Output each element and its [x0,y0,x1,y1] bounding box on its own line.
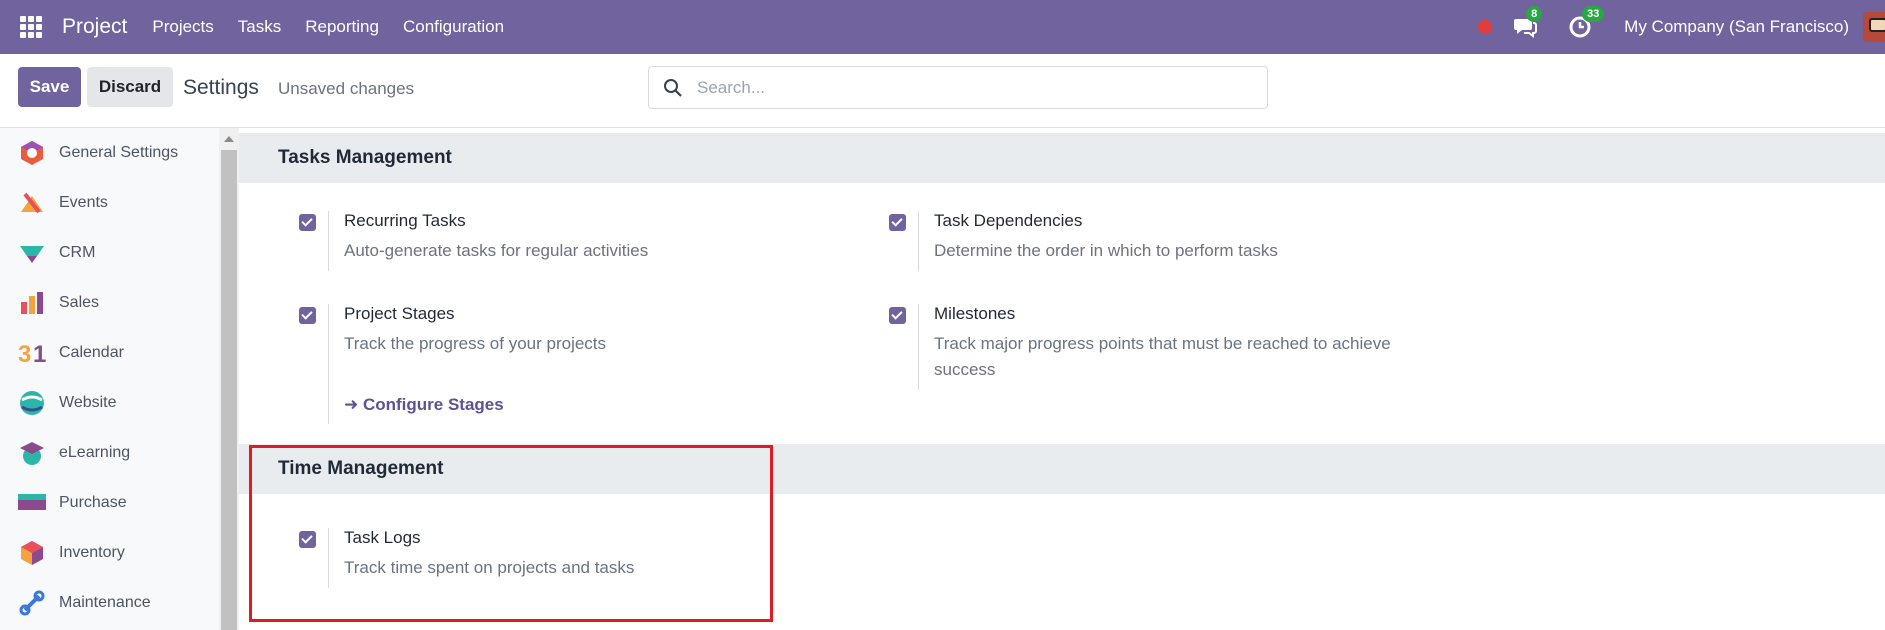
menu-projects[interactable]: Projects [152,17,213,37]
sidebar-item-label: Maintenance [59,594,151,611]
search-input[interactable] [697,77,1237,98]
setting-project-stages: Project Stages Track the progress of you… [299,304,859,424]
setting-task-dependencies: Task Dependencies Determine the order in… [889,211,1449,271]
page-title: Settings [183,76,259,99]
control-panel: Save Discard Settings Unsaved changes [0,54,1885,128]
search-box[interactable] [648,66,1268,109]
inventory-icon [18,539,46,567]
sidebar-item-website[interactable]: Website [0,378,219,428]
sidebar-item-events[interactable]: Events [0,178,219,228]
activities-count-badge: 33 [1582,6,1605,22]
recording-dot-icon[interactable] [1478,20,1493,34]
general-settings-icon [18,139,46,167]
setting-title: Recurring Tasks [344,211,466,230]
milestones-checkbox[interactable] [889,307,906,324]
user-avatar[interactable] [1863,12,1885,42]
menu-tasks[interactable]: Tasks [238,17,281,37]
sidebar-item-elearning[interactable]: eLearning [0,428,219,478]
menu-reporting[interactable]: Reporting [305,17,379,37]
messages-button[interactable]: 8 [1512,6,1543,40]
setting-milestones: Milestones Track major progress points t… [889,304,1449,390]
top-navbar: Project Projects Tasks Reporting Configu… [0,0,1885,54]
sidebar-item-label: General Settings [59,144,179,161]
events-icon [18,189,46,217]
scrollbar-thumb[interactable] [221,150,237,630]
recurring-tasks-checkbox[interactable] [299,214,316,231]
sidebar-item-general-settings[interactable]: General Settings [0,128,219,178]
configure-stages-link[interactable]: ➜ Configure Stages [344,395,504,415]
calendar-icon: 31 [18,339,46,367]
setting-description: Determine the order in which to perform … [934,241,1278,260]
sidebar-item-label: Sales [59,294,100,311]
svg-text:3: 3 [18,341,31,366]
messages-count-badge: 8 [1526,6,1543,22]
sidebar-item-label: Calendar [59,344,124,361]
sales-icon [18,289,46,317]
sidebar-item-purchase[interactable]: Purchase [0,478,219,528]
setting-title: Milestones [934,304,1016,323]
setting-description: Track the progress of your projects [344,334,607,353]
highlight-annotation-box [249,445,773,622]
systray: 8 33 My Company (San Francisco) [1478,0,1885,54]
sidebar-item-label: Events [59,194,108,211]
unsaved-changes-status: Unsaved changes [278,79,415,98]
maintenance-icon [18,589,46,617]
task-dependencies-checkbox[interactable] [889,214,906,231]
arrow-right-icon: ➜ [344,395,363,414]
sidebar-item-label: Inventory [59,544,125,561]
sidebar-item-sales[interactable]: Sales [0,278,219,328]
app-name[interactable]: Project [62,15,127,39]
activities-button[interactable]: 33 [1568,6,1605,40]
purchase-icon [18,489,46,517]
settings-sidebar: General Settings Events CRM Sales 31 Cal… [0,128,219,630]
save-button[interactable]: Save [18,67,81,107]
section-tasks-management-title: Tasks Management [239,133,1885,183]
project-stages-checkbox[interactable] [299,307,316,324]
sidebar-item-crm[interactable]: CRM [0,228,219,278]
website-icon [18,389,46,417]
sidebar-item-calendar[interactable]: 31 Calendar [0,328,219,378]
crm-icon [18,239,46,267]
sidebar-item-label: Website [59,394,117,411]
menu-configuration[interactable]: Configuration [403,17,504,37]
company-switcher[interactable]: My Company (San Francisco) [1624,17,1849,37]
sidebar-item-maintenance[interactable]: Maintenance [0,578,219,628]
sidebar-scrollbar[interactable] [219,128,239,630]
setting-description: Track major progress points that must be… [934,334,1391,379]
sidebar-item-inventory[interactable]: Inventory [0,528,219,578]
discard-button[interactable]: Discard [87,67,173,107]
setting-recurring-tasks: Recurring Tasks Auto-generate tasks for … [299,211,859,271]
search-icon [664,78,682,97]
sidebar-item-label: eLearning [59,444,131,461]
svg-text:1: 1 [33,341,46,366]
setting-description: Auto-generate tasks for regular activiti… [344,241,649,260]
apps-menu-icon[interactable] [20,16,42,38]
setting-title: Task Dependencies [934,211,1083,230]
setting-title: Project Stages [344,304,455,323]
scroll-up-arrow-icon[interactable] [224,136,234,142]
elearning-icon [18,439,46,467]
sidebar-item-label: CRM [59,244,96,261]
sidebar-item-label: Purchase [59,494,127,511]
